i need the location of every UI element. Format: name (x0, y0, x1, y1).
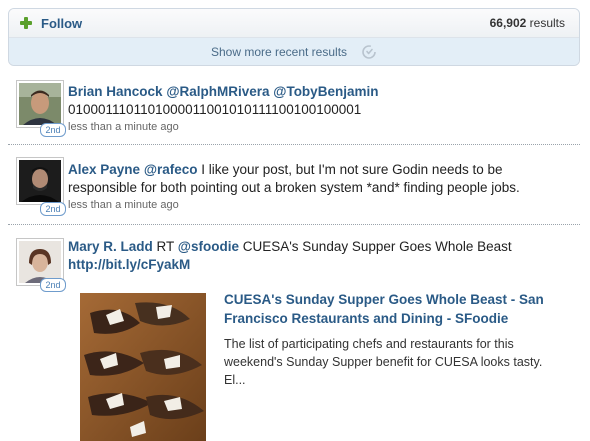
refresh-icon (362, 45, 376, 59)
plus-icon (19, 16, 33, 30)
link-preview-description: The list of participating chefs and rest… (224, 337, 543, 387)
link-preview-image[interactable] (80, 293, 206, 441)
show-more-label: Show more recent results (210, 45, 348, 59)
follow-label: Follow (41, 15, 83, 31)
tweet-2-body: Alex Payne @rafeco I like your post, but… (68, 161, 564, 213)
tweet-2-avatar-wrap: 2nd (16, 157, 66, 216)
avatar-image (19, 160, 61, 202)
tweet-author[interactable]: Alex Payne (68, 162, 140, 177)
follow-button[interactable]: Follow (19, 16, 82, 31)
tweet-prefix: RT (152, 239, 178, 254)
link-preview-title[interactable]: CUESA's Sunday Supper Goes Whole Beast -… (224, 290, 574, 328)
results-suffix: results (529, 16, 565, 30)
mention-link[interactable]: @RalphMRivera (166, 84, 269, 99)
avatar-image (19, 241, 61, 283)
tweet-3-avatar-wrap: 2nd (16, 238, 66, 292)
tweet-divider (8, 144, 580, 145)
tweet-3-body: Mary R. Ladd RT @sfoodie CUESA's Sunday … (68, 238, 564, 274)
connection-badge: 2nd (40, 123, 66, 137)
results-count: 66,902 results (490, 16, 565, 30)
tweet-author[interactable]: Brian Hancock (68, 84, 163, 99)
tweet-divider (8, 224, 580, 225)
tweet-1-body: Brian Hancock @RalphMRivera @TobyBenjami… (68, 83, 564, 135)
mention-link[interactable]: @TobyBenjamin (273, 84, 378, 99)
avatar[interactable] (16, 80, 64, 128)
search-header: Follow 66,902 results Show more recent r… (8, 8, 580, 66)
mention-link[interactable]: @rafeco (144, 162, 198, 177)
tweet-text: CUESA's Sunday Supper Goes Whole Beast (238, 239, 512, 254)
results-number: 66,902 (489, 16, 527, 30)
tweet-timestamp[interactable]: less than a minute ago (68, 197, 564, 213)
tweet-text: 0100011101101000011001010111100100100001 (68, 102, 362, 117)
tweet-1-avatar-wrap: 2nd (16, 80, 66, 137)
mention-link[interactable]: @sfoodie (178, 239, 239, 254)
avatar[interactable] (16, 157, 64, 205)
food-photo (80, 293, 206, 441)
avatar-image (19, 83, 61, 125)
connection-badge: 2nd (40, 202, 66, 216)
show-more-results-button[interactable]: Show more recent results (9, 38, 579, 65)
tweet-timestamp[interactable]: less than a minute ago (68, 119, 564, 135)
tweet-url-link[interactable]: http://bit.ly/cFyakM (68, 257, 190, 272)
connection-badge: 2nd (40, 278, 66, 292)
tweet-author[interactable]: Mary R. Ladd (68, 239, 153, 254)
header-top-bar: Follow 66,902 results (9, 9, 579, 38)
